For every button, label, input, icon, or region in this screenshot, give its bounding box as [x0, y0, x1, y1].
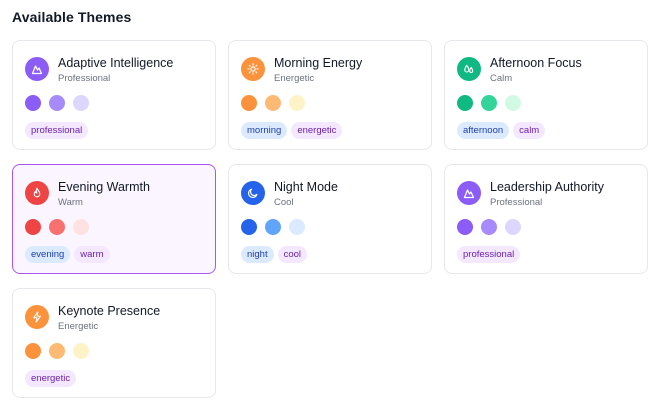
theme-name: Afternoon Focus: [490, 56, 582, 70]
color-swatch: [49, 95, 65, 111]
zap-icon: [33, 311, 41, 323]
color-swatches: [241, 95, 419, 111]
theme-tag: professional: [457, 246, 521, 263]
theme-tags: professional: [25, 122, 203, 139]
theme-card-titles: Night Mode Cool: [274, 179, 338, 209]
theme-tag: calm: [513, 122, 546, 139]
theme-card-header: Adaptive Intelligence Professional: [25, 55, 203, 85]
theme-icon-badge: [241, 181, 265, 205]
color-swatch: [73, 219, 89, 235]
color-swatches: [25, 343, 203, 359]
theme-name: Night Mode: [274, 180, 338, 194]
color-swatch: [481, 95, 497, 111]
color-swatch: [481, 219, 497, 235]
themes-grid: Adaptive Intelligence Professional profe…: [12, 40, 648, 398]
theme-tag: warm: [74, 246, 110, 263]
mountain-icon: [31, 65, 43, 75]
color-swatches: [457, 219, 635, 235]
color-swatch: [289, 219, 305, 235]
theme-category: Warm: [58, 197, 83, 208]
theme-card-keynote-presence[interactable]: Keynote Presence Energetic energetic: [12, 288, 216, 398]
color-swatch: [457, 95, 473, 111]
theme-name: Morning Energy: [274, 56, 363, 70]
theme-card-header: Keynote Presence Energetic: [25, 303, 203, 333]
theme-icon-badge: [241, 57, 265, 81]
theme-card-titles: Leadership Authority Professional: [490, 179, 604, 209]
theme-category: Energetic: [274, 73, 315, 84]
color-swatch: [241, 95, 257, 111]
color-swatch: [49, 219, 65, 235]
theme-card-evening-warmth[interactable]: Evening Warmth Warm evening warm: [12, 164, 216, 274]
color-swatch: [25, 219, 41, 235]
theme-icon-badge: [457, 181, 481, 205]
theme-category: Professional: [490, 197, 543, 208]
theme-tag: energetic: [291, 122, 343, 139]
leaf-drops-icon: [464, 64, 474, 73]
color-swatch: [265, 219, 281, 235]
mountain-icon: [463, 189, 475, 199]
theme-card-titles: Morning Energy Energetic: [274, 55, 362, 85]
color-swatch: [73, 95, 89, 111]
theme-tag: morning: [241, 122, 288, 139]
theme-card-night-mode[interactable]: Night Mode Cool night cool: [228, 164, 432, 274]
color-swatches: [25, 219, 203, 235]
theme-tag: energetic: [25, 370, 77, 387]
theme-category: Calm: [490, 73, 513, 84]
theme-tags: professional: [457, 246, 635, 263]
theme-card-titles: Adaptive Intelligence Professional: [58, 55, 173, 85]
theme-card-header: Leadership Authority Professional: [457, 179, 635, 209]
theme-name: Leadership Authority: [490, 180, 604, 194]
flame-icon: [33, 187, 41, 198]
theme-card-header: Afternoon Focus Calm: [457, 55, 635, 85]
color-swatch: [25, 343, 41, 359]
color-swatches: [241, 219, 419, 235]
color-swatches: [457, 95, 635, 111]
color-swatch: [25, 95, 41, 111]
color-swatch: [49, 343, 65, 359]
color-swatch: [241, 219, 257, 235]
theme-category: Energetic: [58, 321, 99, 332]
theme-card-header: Night Mode Cool: [241, 179, 419, 209]
theme-name: Adaptive Intelligence: [58, 56, 174, 70]
theme-tags: evening warm: [25, 246, 203, 263]
color-swatch: [505, 95, 521, 111]
theme-tag: cool: [277, 246, 308, 263]
theme-card-afternoon-focus[interactable]: Afternoon Focus Calm afternoon calm: [444, 40, 648, 150]
moon-icon: [248, 188, 258, 198]
theme-tags: morning energetic: [241, 122, 419, 139]
theme-icon-badge: [25, 305, 49, 329]
theme-card-header: Evening Warmth Warm: [25, 179, 203, 209]
theme-tags: afternoon calm: [457, 122, 635, 139]
color-swatch: [505, 219, 521, 235]
theme-card-adaptive-intelligence[interactable]: Adaptive Intelligence Professional profe…: [12, 40, 216, 150]
theme-tag: evening: [25, 246, 71, 263]
theme-tags: energetic: [25, 370, 203, 387]
theme-icon-badge: [25, 57, 49, 81]
theme-category: Cool: [274, 197, 294, 208]
sun-icon: [247, 63, 259, 75]
theme-name: Evening Warmth: [58, 180, 150, 194]
theme-card-header: Morning Energy Energetic: [241, 55, 419, 85]
color-swatch: [457, 219, 473, 235]
theme-card-leadership-authority[interactable]: Leadership Authority Professional profes…: [444, 164, 648, 274]
theme-tag: afternoon: [457, 122, 510, 139]
theme-card-morning-energy[interactable]: Morning Energy Energetic morning energeti…: [228, 40, 432, 150]
color-swatch: [289, 95, 305, 111]
color-swatch: [73, 343, 89, 359]
theme-tag: night: [241, 246, 274, 263]
color-swatch: [265, 95, 281, 111]
theme-card-titles: Afternoon Focus Calm: [490, 55, 582, 85]
theme-name: Keynote Presence: [58, 304, 161, 318]
theme-category: Professional: [58, 73, 111, 84]
theme-icon-badge: [25, 181, 49, 205]
theme-tag: professional: [25, 122, 89, 139]
theme-icon-badge: [457, 57, 481, 81]
theme-tags: night cool: [241, 246, 419, 263]
section-title: Available Themes: [12, 9, 132, 25]
color-swatches: [25, 95, 203, 111]
theme-card-titles: Keynote Presence Energetic: [58, 303, 160, 333]
theme-card-titles: Evening Warmth Warm: [58, 179, 150, 209]
